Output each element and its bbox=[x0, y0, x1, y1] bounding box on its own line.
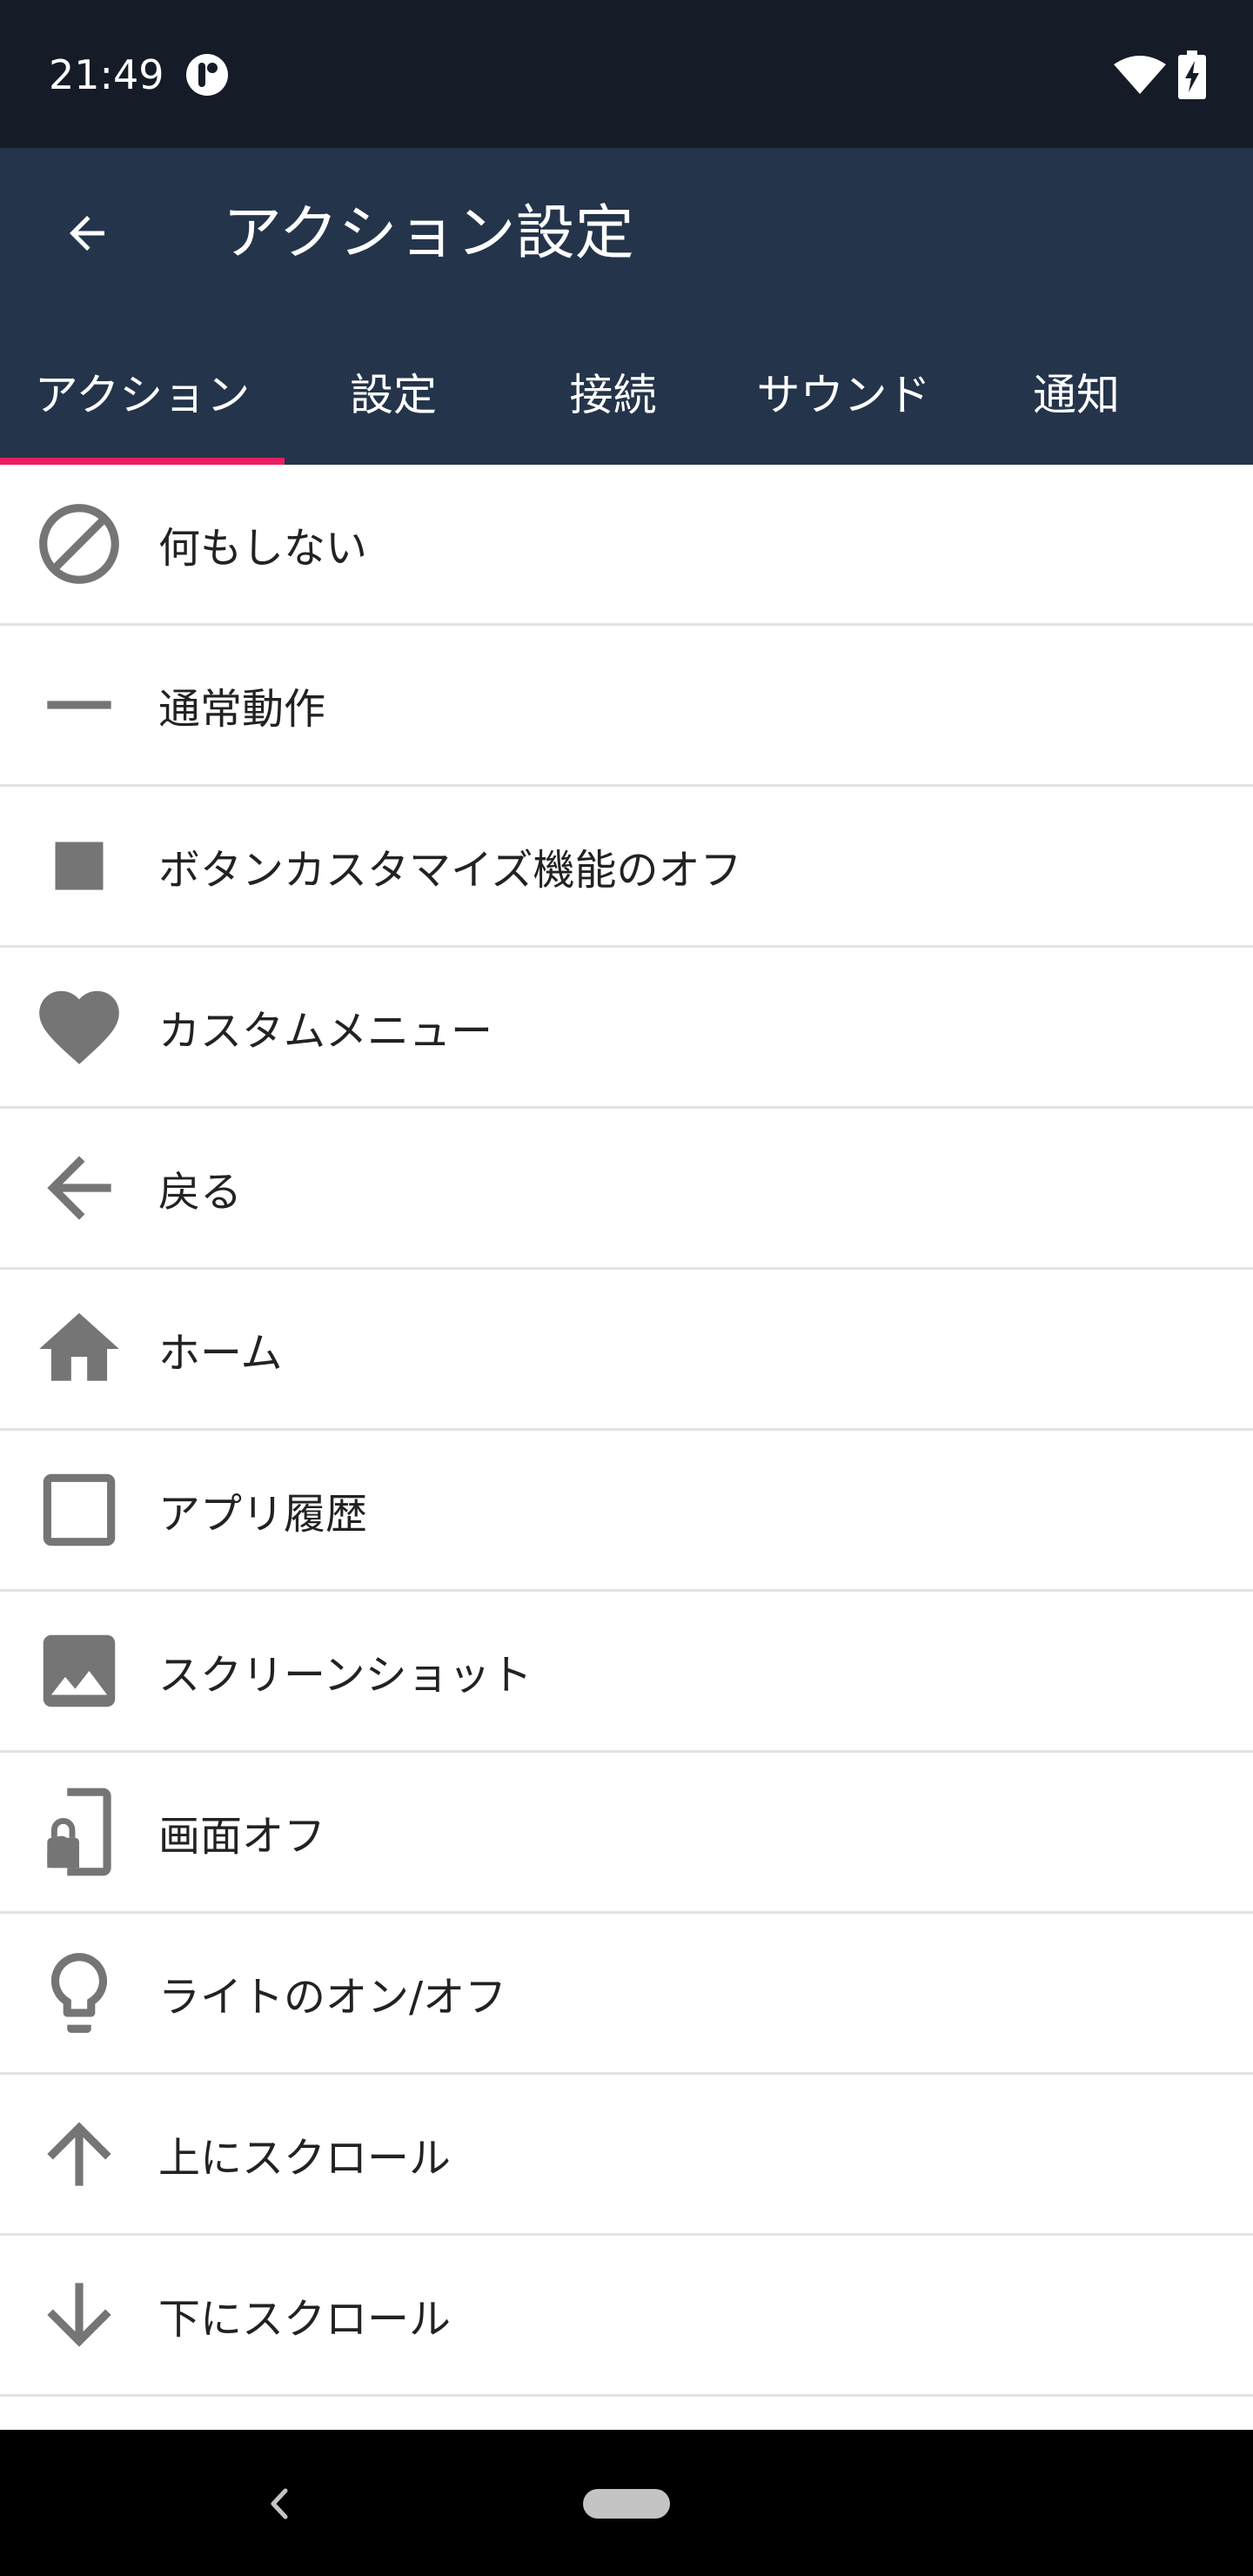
tab-label: 設定 bbox=[350, 370, 437, 420]
back-button[interactable] bbox=[44, 190, 131, 277]
item-label: 通常動作 bbox=[158, 685, 326, 734]
square-outline-icon bbox=[31, 1462, 127, 1558]
tab-action[interactable]: アクション bbox=[0, 319, 285, 465]
list-item-back[interactable]: 戻る bbox=[0, 1109, 1253, 1270]
item-label: 下にスクロール bbox=[158, 2295, 452, 2344]
tab-label: 通知 bbox=[1033, 370, 1120, 420]
item-label: カスタムメニュー bbox=[158, 1007, 493, 1056]
tab-sound[interactable]: サウンド bbox=[724, 319, 963, 465]
tab-indicator bbox=[0, 458, 285, 465]
item-label: ホーム bbox=[158, 1329, 283, 1378]
item-label: 画面オフ bbox=[158, 1812, 326, 1861]
item-label: 何もしない bbox=[158, 524, 368, 573]
item-label: 戻る bbox=[158, 1168, 243, 1217]
battery-charging-icon bbox=[1178, 50, 1206, 99]
tab-label: サウンド bbox=[756, 370, 931, 420]
status-bar: 21:49 bbox=[0, 0, 1253, 148]
nav-back-button[interactable] bbox=[252, 2473, 305, 2534]
list-item-normal[interactable]: 通常動作 bbox=[0, 626, 1253, 787]
image-icon bbox=[31, 1623, 127, 1719]
list-item-screen-off[interactable]: 画面オフ bbox=[0, 1753, 1253, 1914]
tab-connection[interactable]: 接続 bbox=[502, 319, 724, 465]
heart-icon bbox=[31, 979, 127, 1075]
tab-label: アクション bbox=[34, 370, 251, 420]
arrow-back-icon bbox=[31, 1140, 127, 1236]
list-item-scroll-up[interactable]: 上にスクロール bbox=[0, 2075, 1253, 2236]
tab-bar: アクション 設定 接続 サウンド 通知 bbox=[0, 319, 1253, 465]
list-item-custom-menu[interactable]: カスタムメニュー bbox=[0, 948, 1253, 1109]
item-label: 上にスクロール bbox=[158, 2134, 452, 2183]
wifi-icon bbox=[1112, 54, 1168, 96]
lightbulb-icon bbox=[31, 1945, 127, 2041]
tab-notification[interactable]: 通知 bbox=[963, 319, 1189, 465]
stop-square-icon bbox=[31, 818, 127, 914]
list-item-recent-apps[interactable]: アプリ履歴 bbox=[0, 1431, 1253, 1592]
item-label: ライトのオン/オフ bbox=[158, 1973, 507, 2022]
arrow-down-icon bbox=[31, 2267, 127, 2363]
list-item-screenshot[interactable]: スクリーンショット bbox=[0, 1592, 1253, 1753]
phone-lock-icon bbox=[31, 1784, 127, 1880]
list-item-disable-customize[interactable]: ボタンカスタマイズ機能のオフ bbox=[0, 787, 1253, 948]
item-label: スクリーンショット bbox=[158, 1651, 533, 1700]
chevron-left-icon bbox=[271, 2488, 288, 2519]
list-item-home[interactable]: ホーム bbox=[0, 1270, 1253, 1431]
item-label: ボタンカスタマイズ機能のオフ bbox=[158, 846, 742, 895]
app-notification-icon bbox=[184, 52, 230, 97]
item-label: アプリ履歴 bbox=[158, 1490, 368, 1539]
nav-home-pill[interactable] bbox=[583, 2489, 670, 2519]
page-title: アクション設定 bbox=[223, 199, 634, 268]
tab-label: 接続 bbox=[569, 370, 657, 420]
list-item-do-nothing[interactable]: 何もしない bbox=[0, 465, 1253, 626]
list-item-scroll-down[interactable]: 下にスクロール bbox=[0, 2236, 1253, 2397]
block-icon bbox=[31, 496, 127, 592]
home-icon bbox=[31, 1301, 127, 1397]
status-time: 21:49 bbox=[49, 51, 164, 98]
app-bar: アクション設定 bbox=[0, 148, 1253, 319]
minus-icon bbox=[31, 657, 127, 753]
arrow-up-icon bbox=[31, 2106, 127, 2202]
tab-settings[interactable]: 設定 bbox=[285, 319, 502, 465]
arrow-back-icon bbox=[70, 216, 104, 251]
system-nav-bar bbox=[0, 2430, 1253, 2576]
list-item-light-toggle[interactable]: ライトのオン/オフ bbox=[0, 1914, 1253, 2075]
